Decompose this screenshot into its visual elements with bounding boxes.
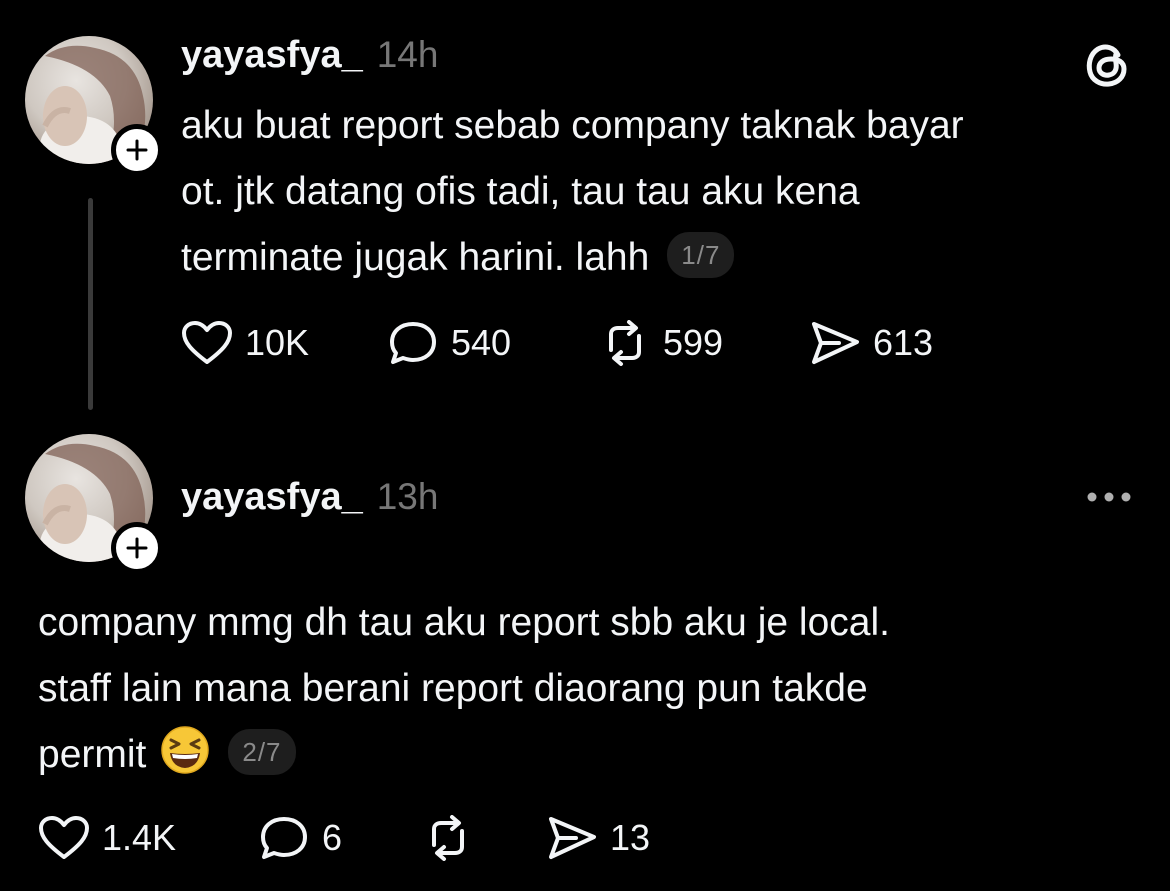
like-button[interactable]: 10K — [181, 320, 387, 366]
post-actions: 10K 540 599 613 — [181, 320, 933, 366]
thread-connector-line — [88, 198, 93, 410]
post-header: yayasfya_ 13h — [181, 476, 438, 519]
comment-icon — [387, 320, 439, 366]
threads-logo-icon[interactable] — [1083, 38, 1131, 93]
thread-post: yayasfya_ 13h company mmg dh tau aku rep… — [0, 430, 1170, 891]
share-button[interactable]: 13 — [546, 815, 650, 861]
send-icon — [546, 815, 598, 861]
page-indicator-badge: 2/7 — [228, 729, 296, 775]
heart-icon — [181, 320, 233, 366]
repost-button[interactable]: 599 — [599, 320, 809, 366]
post-text-line: permit 2/7 — [38, 722, 890, 788]
thread-post: yayasfya_ 14h aku buat report sebab comp… — [0, 0, 1170, 430]
reply-button[interactable]: 540 — [387, 320, 599, 366]
post-text-line-content: terminate jugak harini. lahh — [181, 236, 650, 279]
post-time: 13h — [376, 476, 439, 517]
share-count: 613 — [873, 322, 934, 363]
post-text-line: staff lain mana berani report diaorang p… — [38, 667, 868, 710]
like-count: 1.4K — [102, 817, 177, 858]
post-body: aku buat report sebab company taknak bay… — [181, 93, 964, 291]
post-text-line: aku buat report sebab company taknak bay… — [181, 104, 964, 147]
username[interactable]: yayasfya_ — [181, 476, 363, 519]
reply-count: 540 — [451, 322, 512, 363]
reply-count: 6 — [322, 817, 343, 858]
repost-count: 599 — [663, 322, 724, 363]
share-button[interactable]: 613 — [809, 320, 933, 366]
plus-icon — [126, 139, 148, 161]
reply-button[interactable]: 6 — [258, 815, 422, 861]
post-time: 14h — [376, 34, 439, 75]
post-text-line: ot. jtk datang ofis tadi, tau tau aku ke… — [181, 170, 860, 213]
repost-icon — [422, 815, 474, 861]
plus-icon — [126, 537, 148, 559]
send-icon — [809, 320, 861, 366]
post-text-line: company mmg dh tau aku report sbb aku je… — [38, 601, 890, 644]
post-actions: 1.4K 6 13 — [38, 815, 650, 861]
more-options-icon[interactable] — [1086, 490, 1132, 508]
like-button[interactable]: 1.4K — [38, 815, 258, 861]
comment-icon — [258, 815, 310, 861]
username[interactable]: yayasfya_ — [181, 34, 363, 77]
page-indicator-badge: 1/7 — [667, 232, 735, 278]
share-count: 13 — [610, 817, 651, 858]
post-text-line: terminate jugak harini. lahh 1/7 — [181, 225, 964, 291]
post-text-line-content: permit — [38, 733, 147, 776]
post-header: yayasfya_ 14h — [181, 34, 438, 77]
post-body: company mmg dh tau aku report sbb aku je… — [38, 590, 890, 788]
repost-button[interactable] — [422, 815, 546, 861]
repost-icon — [599, 320, 651, 366]
follow-button[interactable] — [111, 522, 163, 574]
follow-button[interactable] — [111, 124, 163, 176]
grinning-squinting-face-icon — [160, 725, 210, 775]
heart-icon — [38, 815, 90, 861]
like-count: 10K — [245, 322, 310, 363]
